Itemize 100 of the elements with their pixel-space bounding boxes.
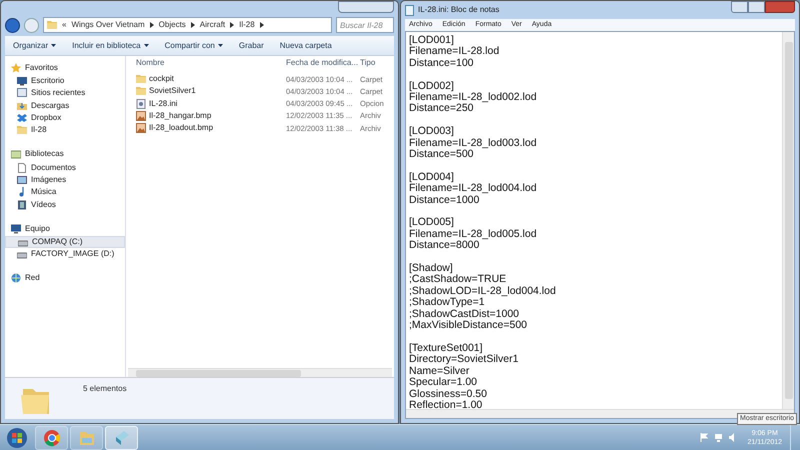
sidebar-item[interactable]: Dropbox: [5, 112, 125, 124]
text-line: Filename=IL-28_lod003.lod: [409, 138, 538, 149]
status-text: 5 elementos: [83, 383, 127, 395]
close-button[interactable]: [765, 1, 795, 13]
text-line: [LOD003]: [409, 126, 455, 138]
text-line: [Shadow]: [409, 263, 453, 274]
file-name[interactable]: Il-28_hangar.bmp: [149, 110, 212, 122]
text-line: Directory=SovietSilver1: [409, 354, 520, 366]
breadcrumb-item[interactable]: Wings Over Vietnam: [71, 19, 145, 31]
folder-icon: [136, 86, 146, 96]
window-icon: [17, 88, 27, 98]
image-file-icon: [136, 123, 146, 134]
caret-icon: [218, 44, 223, 47]
image-file-icon: [136, 111, 146, 122]
text-line: Reflection=1.00: [409, 400, 484, 412]
file-name[interactable]: SovietSilver1: [149, 85, 196, 98]
text-line: Filename=IL-28_lod005.lod: [409, 228, 538, 240]
sidebar-item[interactable]: Sitios recientes: [5, 87, 125, 100]
text-line: Filename=IL-28.lod: [409, 46, 500, 58]
chevron-right-icon: [230, 22, 234, 28]
folder-icon: [17, 125, 27, 136]
sidebar-group[interactable]: Red: [5, 272, 125, 284]
minimize-button[interactable]: [731, 1, 748, 13]
globe-icon: [11, 273, 21, 284]
sidebar-group[interactable]: Equipo: [5, 222, 125, 235]
star-icon: [11, 63, 21, 73]
text-line: [TextureSet001]: [409, 342, 483, 354]
sidebar-group[interactable]: Favoritos: [5, 62, 125, 74]
sidebar-item[interactable]: Documentos: [5, 161, 125, 174]
sidebar-group[interactable]: Bibliotecas: [5, 148, 125, 160]
text-line: ;ShadowCastDist=1000: [409, 308, 520, 320]
text-line: [LOD001]: [409, 35, 454, 46]
picture-frame-icon: [17, 174, 27, 185]
toolbar-button[interactable]: Nueva carpeta: [280, 40, 332, 52]
chevron-right-icon: [150, 22, 154, 28]
sidebar-item[interactable]: Música: [5, 186, 125, 198]
monitor-icon: [17, 76, 27, 86]
file-name[interactable]: IL-28.ini: [149, 98, 178, 110]
sidebar-item[interactable]: Descargas: [5, 100, 125, 112]
back-button[interactable]: [5, 18, 20, 32]
document-icon: [17, 162, 27, 173]
window-title: IL-28.ini: Bloc de notas: [418, 4, 500, 16]
sidebar-item[interactable]: Escritorio: [5, 75, 125, 88]
taskbar-button[interactable]: [105, 426, 138, 450]
settings-file-icon: [136, 98, 146, 109]
folder-icon: [47, 20, 57, 30]
computer-icon: [11, 224, 21, 234]
breadcrumb-overflow[interactable]: «: [62, 19, 66, 31]
flag-icon[interactable]: [700, 433, 708, 442]
maximize-button[interactable]: [748, 1, 765, 13]
library-icon: [11, 149, 21, 160]
chevron-right-icon: [260, 22, 264, 28]
search-field[interactable]: Buscar Il-28: [336, 17, 394, 33]
breadcrumb-item[interactable]: Il-28: [239, 19, 255, 31]
text-line: ;ShadowType=1: [409, 297, 485, 309]
text-line: Distance=1000: [409, 194, 480, 206]
text-line: Distance=500: [409, 149, 474, 160]
taskbar-button[interactable]: [35, 426, 68, 450]
file-name[interactable]: Il-28_loadout.bmp: [149, 122, 214, 134]
toolbar-button[interactable]: Incluir en biblioteca: [72, 40, 149, 52]
column-header[interactable]: Tipo: [360, 57, 384, 69]
text-line: Distance=250: [409, 103, 474, 115]
sidebar-item[interactable]: Il-28: [5, 124, 125, 136]
caret-icon: [51, 44, 56, 47]
chrome-icon: [42, 428, 60, 446]
chevron-right-icon: [190, 22, 195, 28]
caret-icon: [144, 44, 149, 47]
sidebar-item[interactable]: FACTORY_IMAGE (D:): [5, 248, 125, 260]
address-bar[interactable]: « Wings Over Vietnam Objects Aircraft Il-28: [43, 17, 332, 33]
sidebar-item[interactable]: Vídeos: [5, 198, 125, 211]
notepad-icon: [405, 4, 414, 16]
text-line: [LOD005]: [409, 217, 455, 229]
text-line: [LOD002]: [409, 80, 454, 92]
text-line: [LOD004]: [409, 172, 454, 184]
toolbar-button[interactable]: Organizar: [13, 40, 56, 52]
sidebar-item[interactable]: Imágenes: [5, 174, 125, 186]
text-line: Distance=8000: [409, 240, 480, 252]
text-line: ;CastShadow=TRUE: [409, 274, 508, 286]
taskbar-button[interactable]: [70, 426, 103, 450]
breadcrumb-item[interactable]: Objects: [158, 19, 186, 31]
file-name[interactable]: cockpit: [149, 73, 174, 86]
window-controls[interactable]: [338, 1, 394, 13]
column-header[interactable]: Fecha de modifica...: [286, 57, 360, 69]
text-line: Glossiness=0.50: [409, 388, 488, 400]
text-line: ;ShadowLOD=IL-28_lod004.lod: [409, 286, 557, 297]
folder-icon: [17, 100, 27, 111]
vertical-scrollbar[interactable]: [782, 32, 794, 409]
folder-icon: [136, 74, 146, 84]
text-line: Name=Silver: [409, 366, 470, 377]
text-line: Distance=100: [409, 58, 475, 70]
toolbar-button[interactable]: Grabar: [238, 40, 264, 52]
toolbar-button[interactable]: Compartir con: [164, 40, 223, 52]
text-line: Specular=1.00: [409, 377, 478, 388]
film-icon: [17, 200, 27, 210]
text-line: Filename=IL-28_lod002.lod: [409, 92, 538, 104]
horizontal-scrollbar[interactable]: [128, 368, 392, 377]
sidebar-item[interactable]: COMPAQ (C:): [5, 236, 125, 248]
breadcrumb-item[interactable]: Aircraft: [200, 19, 226, 31]
column-header[interactable]: Nombre: [136, 57, 286, 69]
network-icon[interactable]: [714, 433, 724, 442]
